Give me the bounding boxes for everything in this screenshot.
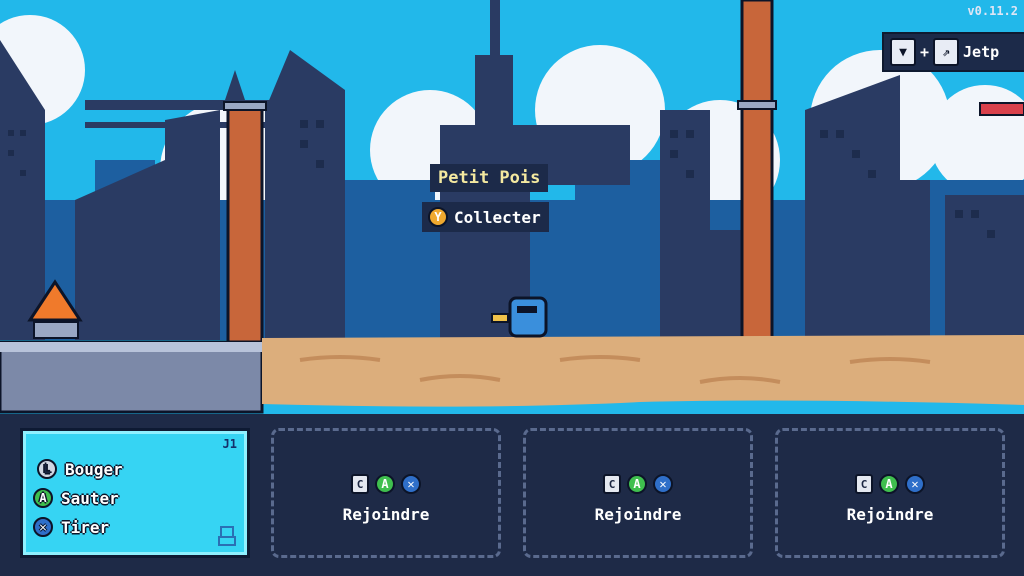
- brick-pillar-right: [737, 0, 777, 340]
- down-key-icon: ▼: [890, 38, 916, 66]
- left-stick-icon: L: [37, 459, 57, 479]
- join-slot-2[interactable]: C A ✕ Rejoindre: [271, 428, 501, 558]
- x-button-icon: ✕: [401, 474, 421, 494]
- item-name-tooltip: Petit Pois: [430, 164, 549, 192]
- join-slot-3[interactable]: C A ✕ Rejoindre: [523, 428, 753, 558]
- join-buttons: C A ✕: [778, 474, 1002, 494]
- x-button-icon: ✕: [33, 517, 53, 537]
- version-label: v0.11.2: [967, 4, 1018, 18]
- join-buttons: C A ✕: [274, 474, 498, 494]
- combo-label: Jetp: [963, 43, 1000, 61]
- control-label: Sauter: [61, 488, 119, 508]
- collect-prompt: Y Collecter: [422, 202, 549, 232]
- join-label: Rejoindre: [594, 505, 682, 524]
- player-hud: J1 L Bouger A Sauter ✕ Tirer C A ✕ Rejoi…: [0, 414, 1024, 576]
- plus-icon: +: [920, 43, 930, 61]
- player-avatar-icon: [218, 526, 236, 546]
- brick-pillar-left: [223, 101, 267, 344]
- jetpack-combo-hint: ▼ + ⇗ Jetp: [882, 32, 1024, 72]
- control-label: Tirer: [61, 517, 110, 537]
- c-key-icon: C: [603, 474, 621, 494]
- y-button-icon: Y: [428, 207, 448, 227]
- join-buttons: C A ✕: [526, 474, 750, 494]
- a-button-icon: A: [627, 474, 647, 494]
- jetpack-key-icon: ⇗: [933, 38, 960, 66]
- x-button-icon: ✕: [653, 474, 673, 494]
- c-key-icon: C: [351, 474, 369, 494]
- control-label: Bouger: [65, 459, 123, 479]
- player-tag: J1: [222, 437, 237, 451]
- a-button-icon: A: [375, 474, 395, 494]
- x-button-icon: ✕: [905, 474, 925, 494]
- player1-panel: J1 L Bouger A Sauter ✕ Tirer: [20, 428, 250, 558]
- join-label: Rejoindre: [342, 505, 430, 524]
- control-shoot: ✕ Tirer: [33, 517, 109, 537]
- pipe: [979, 102, 1024, 116]
- sand-ground: [262, 335, 1024, 407]
- game-screen: v0.11.2 ▼ + ⇗ Jetp Petit Pois Y Collecte…: [0, 0, 1024, 576]
- collect-label: Collecter: [454, 207, 541, 227]
- control-move: L Bouger: [37, 459, 123, 479]
- a-button-icon: A: [33, 488, 53, 508]
- c-key-icon: C: [855, 474, 873, 494]
- a-button-icon: A: [879, 474, 899, 494]
- join-label: Rejoindre: [846, 505, 934, 524]
- control-jump: A Sauter: [33, 488, 119, 508]
- stone-ledge: [0, 340, 264, 414]
- join-slot-4[interactable]: C A ✕ Rejoindre: [775, 428, 1005, 558]
